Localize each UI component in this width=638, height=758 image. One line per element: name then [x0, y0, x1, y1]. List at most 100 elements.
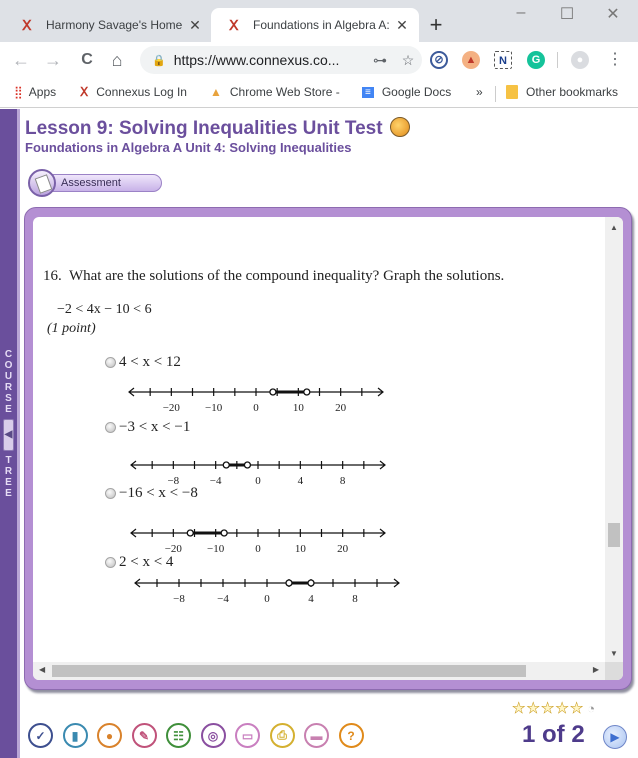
assessment-tab-label: Assessment — [61, 177, 121, 189]
question-number: 16. — [43, 268, 62, 284]
next-page-button[interactable]: ▶ — [603, 725, 627, 749]
course-tree-letter: U — [4, 371, 13, 382]
tick-label: 20 — [337, 543, 349, 555]
assessment-tab[interactable]: Assessment — [40, 174, 162, 192]
rating-star-icon[interactable]: ★ — [570, 701, 584, 717]
tick-label: 0 — [253, 402, 259, 414]
help-tool-icon[interactable]: ? — [338, 723, 364, 748]
page-indicator: 1 of 2 — [522, 721, 585, 748]
bookmark-other[interactable]: Other bookmarks — [506, 85, 618, 99]
answer-option-1[interactable]: 4 < x < 12 — [105, 354, 181, 371]
tab-foundations-algebra[interactable]: Ⅹ Foundations in Algebra A: ✕ — [211, 8, 419, 42]
scroll-right-icon[interactable]: ▶ — [593, 665, 599, 674]
reader-extension-icon[interactable]: ▲ — [462, 51, 480, 69]
close-tab-icon[interactable]: ✕ — [184, 17, 206, 34]
option-label: −3 < x < −1 — [119, 419, 191, 435]
course-tree-label[interactable]: COURSE ◀ TREE — [2, 349, 15, 499]
course-tree-letter: C — [4, 349, 13, 360]
webstore-icon: ▲ — [210, 85, 222, 99]
comment-icon[interactable]: ◔ — [587, 701, 595, 716]
lock-icon: 🔒 — [152, 54, 166, 67]
address-bar[interactable]: 🔒 https://www.connexus.co... ⊶ ☆ — [140, 46, 422, 74]
book-tool-icon[interactable]: ▮ — [62, 723, 88, 748]
radio-button[interactable] — [105, 488, 116, 499]
answer-option-2[interactable]: −3 < x < −1 — [105, 419, 190, 436]
open-endpoint — [307, 579, 315, 587]
open-endpoint — [222, 461, 230, 469]
printer-tool-icon[interactable]: ⎙ — [269, 723, 295, 748]
rating-star-icon[interactable]: ★ — [526, 701, 540, 717]
tab-strip: Ⅹ Harmony Savage's Home ✕ Ⅹ Foundations … — [0, 0, 638, 42]
question-text: 16. What are the solutions of the compou… — [43, 268, 504, 285]
horizontal-scroll-thumb[interactable] — [52, 665, 526, 677]
forward-button[interactable]: → — [42, 50, 64, 70]
message-tool-icon[interactable]: ▬ — [304, 723, 329, 748]
close-window-button[interactable]: ✕ — [590, 4, 636, 24]
radio-button[interactable] — [105, 357, 116, 368]
rating-stars[interactable]: ★ ★ ★ ★ ★ ◔ — [512, 701, 595, 717]
minimize-button[interactable]: – — [498, 4, 544, 22]
n-extension-icon[interactable]: N — [494, 51, 512, 69]
key-icon[interactable]: ⊶ — [366, 52, 394, 69]
bookmarks-bar: ⣿ Apps Ⅹ Connexus Log In ▲ Chrome Web St… — [0, 78, 638, 108]
bookmark-connexus-login[interactable]: Ⅹ Connexus Log In — [80, 85, 187, 99]
bookmark-star-icon[interactable]: ☆ — [394, 52, 422, 69]
target-tool-icon[interactable]: ◎ — [200, 723, 226, 748]
tick-label: −4 — [217, 593, 229, 605]
check-tool-icon[interactable]: ✓ — [28, 723, 53, 748]
reload-button[interactable]: C — [76, 50, 98, 70]
tool-icons-bar: ✓ ▮ ● ✎ ☷ ◎ ▭ ⎙ ▬? — [28, 723, 373, 748]
course-tree-letter: E — [5, 404, 12, 415]
new-tab-button[interactable]: + — [424, 12, 448, 38]
assessment-document-icon — [28, 169, 56, 197]
tick-label: 0 — [255, 475, 261, 487]
vertical-scroll-thumb[interactable] — [608, 523, 620, 547]
rating-star-icon[interactable]: ★ — [512, 701, 526, 717]
radio-button[interactable] — [105, 557, 116, 568]
answer-option-3[interactable]: −16 < x < −8 — [105, 485, 198, 502]
question-points: (1 point) — [47, 321, 96, 336]
bookmark-label: Apps — [28, 85, 57, 99]
radio-button[interactable] — [105, 422, 116, 433]
checklist-tool-icon[interactable]: ☷ — [166, 723, 191, 748]
pushpin-tool-icon[interactable]: ✎ — [131, 723, 157, 748]
block-extension-icon[interactable]: ⊘ — [430, 51, 448, 69]
rating-star-icon[interactable]: ★ — [555, 701, 569, 717]
course-tree-letter: O — [4, 360, 13, 371]
open-endpoint — [303, 388, 311, 396]
bookmark-chrome-web-store[interactable]: ▲ Chrome Web Store - — [210, 85, 340, 99]
bookmarks-overflow-button[interactable]: » — [476, 85, 483, 99]
course-tree-letter: T — [5, 455, 12, 466]
tick-label: 8 — [340, 475, 346, 487]
back-button[interactable]: ← — [10, 50, 32, 70]
screen-tool-icon[interactable]: ▭ — [235, 723, 260, 748]
tab-harmony-home[interactable]: Ⅹ Harmony Savage's Home ✕ — [4, 8, 212, 42]
url-text[interactable]: https://www.connexus.co... — [174, 52, 366, 68]
scroll-left-icon[interactable]: ◀ — [39, 665, 45, 674]
tick-label: −10 — [205, 402, 223, 414]
course-tree-toggle-icon[interactable]: ◀ — [3, 419, 14, 451]
rating-star-icon[interactable]: ★ — [541, 701, 555, 717]
tick-label: −8 — [173, 593, 185, 605]
answer-option-4[interactable]: 2 < x < 4 — [105, 554, 173, 571]
bookmark-apps[interactable]: ⣿ Apps — [14, 85, 56, 99]
scroll-up-icon[interactable]: ▲ — [605, 223, 623, 232]
horizontal-scrollbar[interactable]: ◀ ▶ — [33, 662, 605, 680]
backpack-tool-icon[interactable]: ● — [97, 723, 122, 748]
page-title-text: Lesson 9: Solving Inequalities Unit Test — [25, 118, 383, 139]
page-title: Lesson 9: Solving Inequalities Unit Test — [25, 117, 410, 140]
scroll-down-icon[interactable]: ▼ — [605, 649, 623, 658]
option-label: 2 < x < 4 — [119, 554, 174, 570]
tick-label: −10 — [207, 543, 225, 555]
home-button[interactable]: ⌂ — [106, 50, 128, 70]
maximize-button[interactable]: ☐ — [544, 4, 590, 24]
grammarly-extension-icon[interactable]: G — [527, 51, 545, 69]
number-line-option-3: −20 −10 0 10 20 — [130, 528, 386, 555]
vertical-scrollbar[interactable]: ▲ ▼ — [605, 217, 623, 662]
tick-label: 0 — [255, 543, 261, 555]
profile-avatar-icon[interactable]: ● — [571, 51, 589, 69]
chrome-menu-button[interactable]: ⋮ — [604, 50, 626, 70]
bookmark-google-docs[interactable]: ≡ Google Docs — [362, 85, 451, 99]
option-label: −16 < x < −8 — [119, 485, 198, 501]
close-tab-icon[interactable]: ✕ — [391, 17, 413, 34]
